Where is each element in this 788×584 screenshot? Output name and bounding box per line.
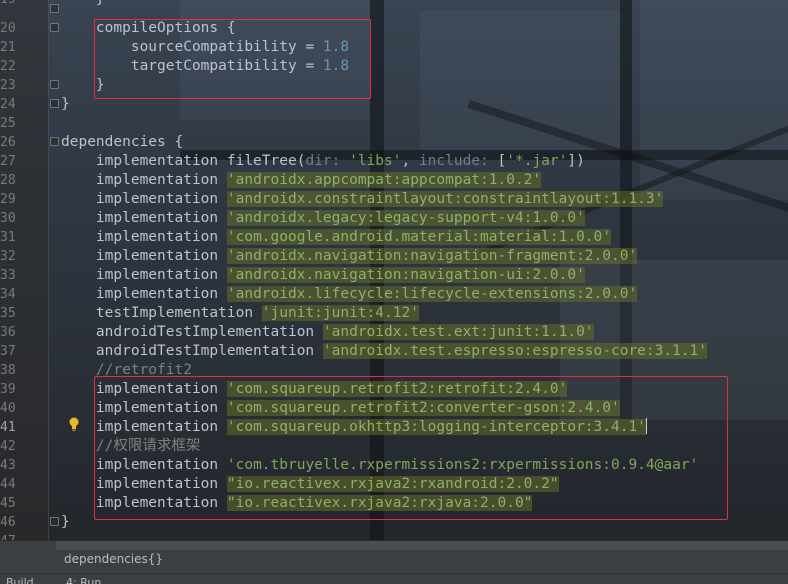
- line-number: 46: [0, 515, 15, 530]
- code-line[interactable]: implementation 'androidx.constraintlayou…: [61, 190, 788, 209]
- line-number: 45: [0, 496, 15, 511]
- code-line[interactable]: implementation 'com.google.android.mater…: [61, 228, 788, 247]
- line-number: 23: [0, 78, 15, 93]
- code-line[interactable]: implementation "io.reactivex.rxjava2:rxa…: [61, 475, 788, 494]
- code-line[interactable]: implementation 'com.squareup.retrofit2:r…: [61, 380, 788, 399]
- fold-marker[interactable]: [50, 517, 59, 526]
- line-number: 35: [0, 306, 15, 321]
- code-line[interactable]: dependencies {: [61, 133, 788, 152]
- code-line[interactable]: }: [61, 513, 788, 532]
- line-number-current: 41: [0, 420, 15, 435]
- line-number: 34: [0, 287, 15, 302]
- code-line[interactable]: //权限请求框架: [61, 437, 788, 456]
- gutter-separator: [48, 0, 49, 540]
- line-number: 43: [0, 458, 15, 473]
- code-line[interactable]: implementation 'androidx.navigation:navi…: [61, 247, 788, 266]
- code-line[interactable]: implementation 'androidx.appcompat:appco…: [61, 171, 788, 190]
- code-line[interactable]: implementation "io.reactivex.rxjava2:rxj…: [61, 494, 788, 513]
- code-line[interactable]: implementation 'androidx.navigation:navi…: [61, 266, 788, 285]
- line-number: 36: [0, 325, 15, 340]
- code-line[interactable]: //retrofit2: [61, 361, 788, 380]
- fold-marker[interactable]: [50, 4, 59, 13]
- line-number: 28: [0, 173, 15, 188]
- code-line[interactable]: targetCompatibility = 1.8: [61, 57, 788, 76]
- code-line[interactable]: implementation 'com.tbruyelle.rxpermissi…: [61, 456, 788, 475]
- fold-marker[interactable]: [50, 99, 59, 108]
- fold-marker[interactable]: [50, 80, 59, 89]
- line-number: 19: [0, 0, 15, 9]
- code-line[interactable]: sourceCompatibility = 1.8: [61, 38, 788, 57]
- line-number: 33: [0, 268, 15, 283]
- line-number: 42: [0, 439, 15, 454]
- horizontal-scrollbar[interactable]: [56, 541, 788, 550]
- line-number: 31: [0, 230, 15, 245]
- line-number: 20: [0, 21, 15, 36]
- code-line[interactable]: androidTestImplementation 'androidx.test…: [61, 323, 788, 342]
- code-line[interactable]: implementation 'androidx.lifecycle:lifec…: [61, 285, 788, 304]
- code-line-current[interactable]: implementation 'com.squareup.okhttp3:log…: [61, 418, 788, 437]
- line-number: 21: [0, 40, 15, 55]
- line-number: 38: [0, 363, 15, 378]
- breadcrumb[interactable]: dependencies{}: [64, 551, 163, 567]
- line-number: 37: [0, 344, 15, 359]
- bottom-tool-tabs: Build 4: Run: [0, 573, 788, 584]
- breadcrumb-bar: dependencies{}: [0, 540, 788, 573]
- code-line[interactable]: implementation fileTree(dir: 'libs', inc…: [61, 152, 788, 171]
- line-number: 27: [0, 154, 15, 169]
- code-line[interactable]: implementation 'androidx.legacy:legacy-s…: [61, 209, 788, 228]
- line-number: 44: [0, 477, 15, 492]
- code-line[interactable]: implementation 'com.squareup.retrofit2:c…: [61, 399, 788, 418]
- line-number: 32: [0, 249, 15, 264]
- fold-marker[interactable]: [50, 23, 59, 32]
- code-line[interactable]: }: [61, 76, 788, 95]
- code-line[interactable]: testImplementation 'junit:junit:4.12': [61, 304, 788, 323]
- line-number: 29: [0, 192, 15, 207]
- code-line[interactable]: }: [61, 95, 788, 114]
- line-number: 25: [0, 116, 15, 131]
- text-caret: [645, 418, 647, 434]
- code-line[interactable]: }: [61, 0, 788, 9]
- line-number: 24: [0, 97, 15, 112]
- code-line[interactable]: compileOptions {: [61, 19, 788, 38]
- line-number: 40: [0, 401, 15, 416]
- line-number: 30: [0, 211, 15, 226]
- line-number: 26: [0, 135, 15, 150]
- line-number: 22: [0, 59, 15, 74]
- line-number: 39: [0, 382, 15, 397]
- fold-marker[interactable]: [50, 137, 59, 146]
- code-line[interactable]: androidTestImplementation 'androidx.test…: [61, 342, 788, 361]
